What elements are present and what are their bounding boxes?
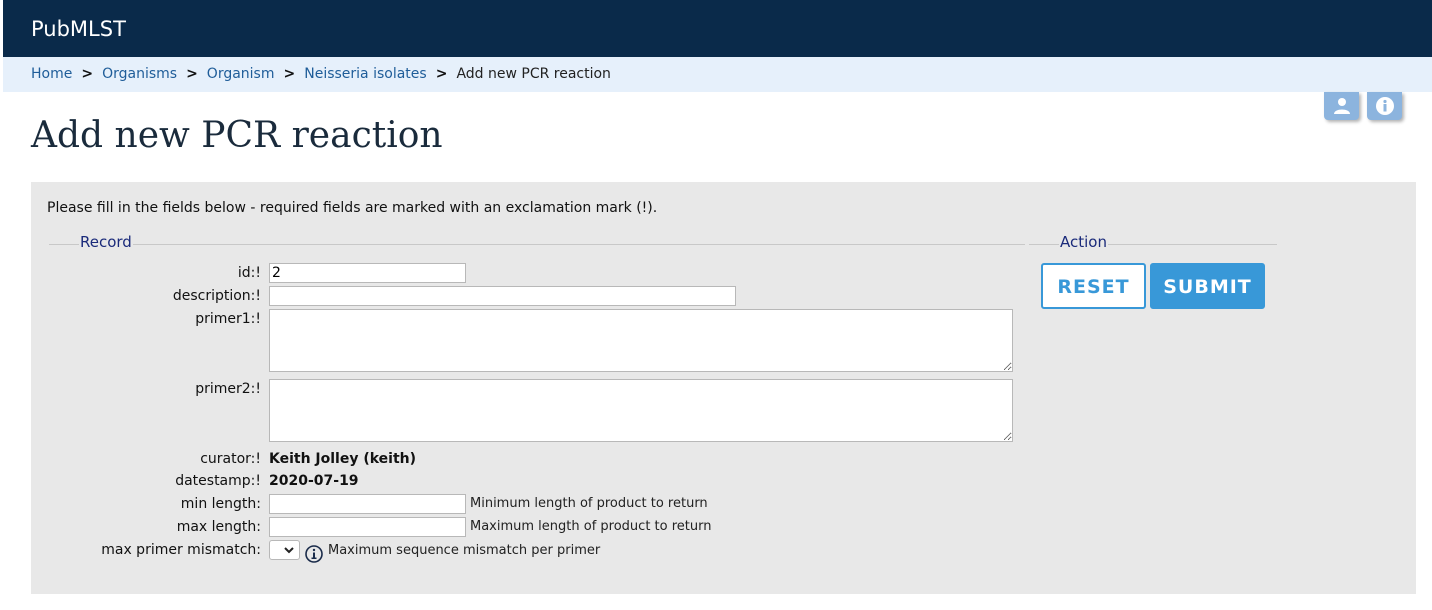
breadcrumb-separator: > xyxy=(81,66,94,82)
record-fieldset-border xyxy=(49,244,1025,245)
breadcrumb-home[interactable]: Home xyxy=(31,66,72,82)
max-primer-mismatch-label: max primer mismatch: xyxy=(101,542,261,558)
breadcrumb-current: Add new PCR reaction xyxy=(456,66,611,82)
min-length-label: min length: xyxy=(180,496,261,512)
curator-value: Keith Jolley (keith) xyxy=(269,451,417,467)
breadcrumb-neisseria-isolates[interactable]: Neisseria isolates xyxy=(304,66,426,82)
datestamp-label: datestamp:! xyxy=(175,473,261,489)
primer1-textarea[interactable] xyxy=(269,309,1013,372)
max-length-input[interactable] xyxy=(269,517,466,537)
user-icon xyxy=(1333,98,1350,114)
info-button[interactable] xyxy=(1367,92,1402,120)
action-legend: Action xyxy=(1059,233,1108,251)
primer2-textarea[interactable] xyxy=(269,379,1013,442)
description-input[interactable] xyxy=(269,286,736,306)
datestamp-value: 2020-07-19 xyxy=(269,473,359,489)
top-icon-group xyxy=(1324,92,1402,120)
user-account-button[interactable] xyxy=(1324,92,1359,120)
max-length-label: max length: xyxy=(176,519,261,535)
submit-button[interactable]: SUBMIT xyxy=(1150,263,1265,309)
reset-button[interactable]: RESET xyxy=(1041,263,1146,309)
id-label: id:! xyxy=(237,265,261,281)
breadcrumb-separator: > xyxy=(186,66,198,82)
form-instructions: Please fill in the fields below - requir… xyxy=(47,200,658,216)
id-input[interactable] xyxy=(269,263,466,283)
page-title: Add new PCR reaction xyxy=(31,115,443,156)
primer2-label: primer2:! xyxy=(195,381,261,397)
breadcrumb: Home > Organisms > Organism > Neisseria isolat… xyxy=(3,57,1432,92)
max-primer-mismatch-select[interactable] xyxy=(269,540,300,560)
breadcrumb-separator: > xyxy=(435,66,448,82)
breadcrumb-organisms[interactable]: Organisms xyxy=(102,66,177,82)
record-legend: Record xyxy=(79,233,133,251)
max-primer-mismatch-hint: Maximum sequence mismatch per primer xyxy=(328,543,601,558)
primer1-label: primer1:! xyxy=(195,311,261,327)
description-label: description:! xyxy=(172,288,261,304)
min-length-hint: Minimum length of product to return xyxy=(470,496,708,511)
form-panel: Please fill in the fields below - requir… xyxy=(31,182,1416,594)
page: PubMLST Home > Organisms > Organism > Neisseri… xyxy=(0,0,1432,610)
info-circle-icon[interactable] xyxy=(305,545,323,563)
curator-label: curator:! xyxy=(200,451,261,467)
site-brand[interactable]: PubMLST xyxy=(31,16,126,42)
breadcrumb-organism[interactable]: Organism xyxy=(207,66,275,82)
max-length-hint: Maximum length of product to return xyxy=(470,519,712,534)
chevron-down-icon xyxy=(284,547,294,554)
min-length-input[interactable] xyxy=(269,494,466,514)
breadcrumb-separator: > xyxy=(283,66,296,82)
info-icon xyxy=(1375,97,1394,115)
top-navbar: PubMLST xyxy=(3,0,1432,57)
